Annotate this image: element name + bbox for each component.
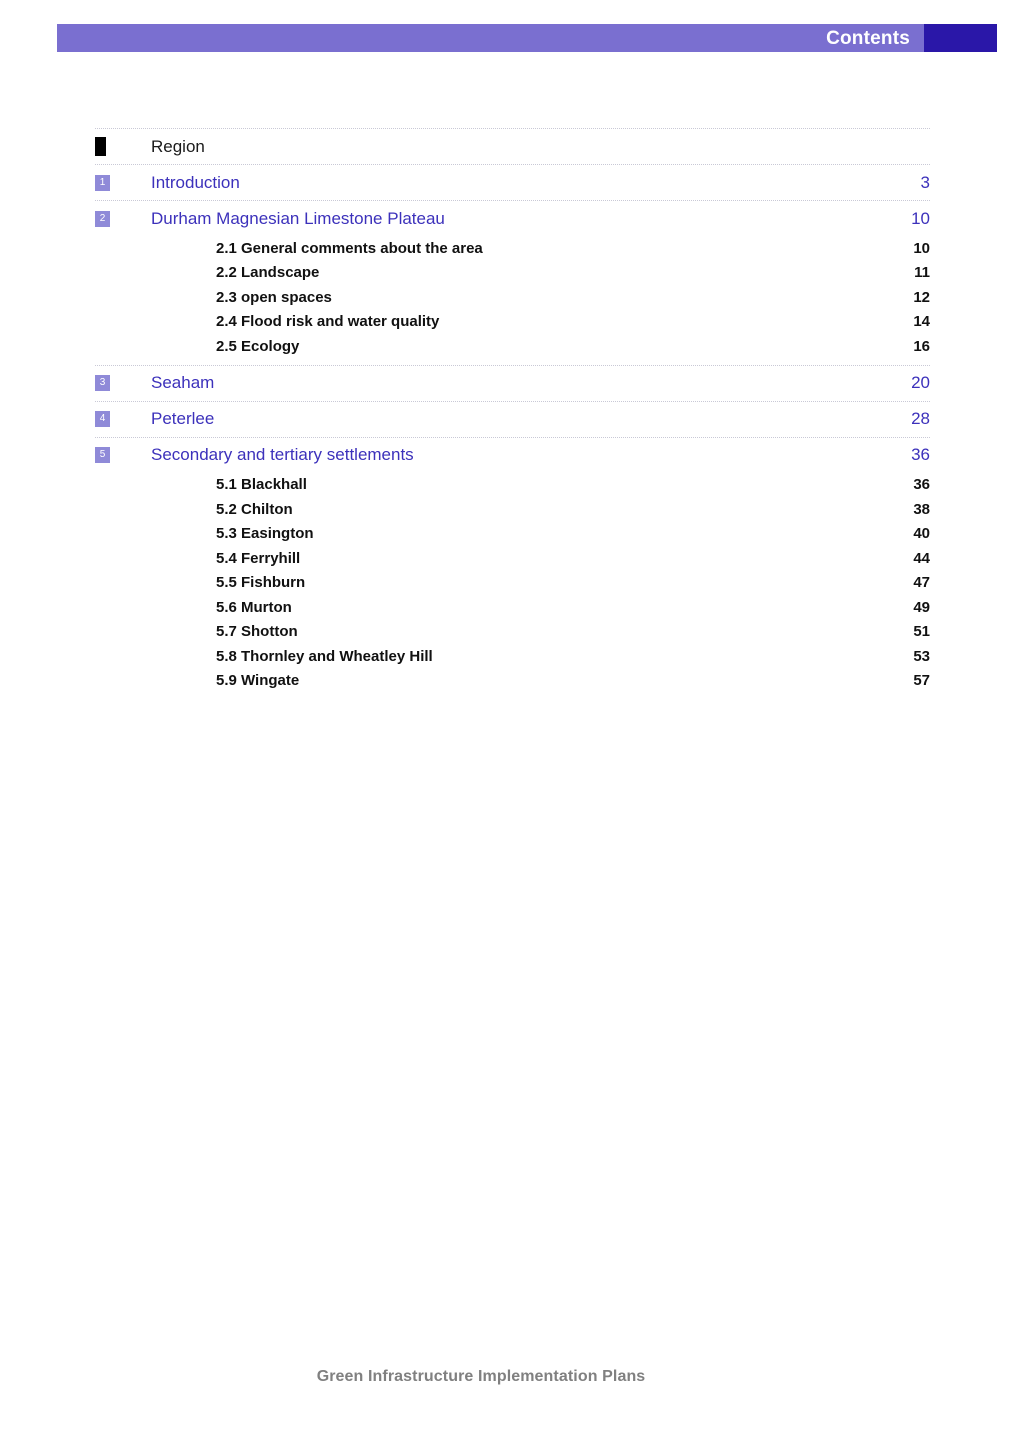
toc-subentry-5-4-ferryhill[interactable]: 5.4 Ferryhill 44 [95, 546, 930, 571]
toc-body: Region 1 Introduction 3 2 Durham Magnesian Li… [95, 129, 930, 699]
toc-entry-marker-cell: 1 [95, 174, 151, 191]
toc-subentry-page-number: 57 [913, 672, 930, 690]
toc-subentry-title[interactable]: 5.2 Chilton [216, 501, 904, 518]
toc-entry-seaham[interactable]: 3 Seaham 20 [95, 366, 930, 401]
toc-subentry-2-3-open-spaces[interactable]: 2.3 open spaces 12 [95, 285, 930, 310]
header-band-end-block [924, 24, 997, 52]
toc-entry-title[interactable]: Introduction [151, 173, 900, 193]
toc-entry-peterlee[interactable]: 4 Peterlee 28 [95, 402, 930, 437]
toc-subentry-title[interactable]: 5.5 Fishburn [216, 574, 904, 591]
toc-entry-marker-cell: 4 [95, 411, 151, 427]
numbered-marker-icon: 4 [95, 411, 110, 427]
toc-entry-introduction[interactable]: 1 Introduction 3 [95, 165, 930, 200]
page-footer: Green Infrastructure Implementation Plan… [0, 1368, 1020, 1386]
toc-subentry-5-6-murton[interactable]: 5.6 Murton 49 [95, 595, 930, 620]
page-header-band: Contents [57, 24, 997, 52]
toc-subentry-2-1-general-comments-about-the-area[interactable]: 2.1 General comments about the area 10 [95, 236, 930, 261]
toc-entry-page-number: 20 [911, 373, 930, 392]
toc-entry-title[interactable]: Seaham [151, 373, 900, 393]
toc-subentry-5-5-fishburn[interactable]: 5.5 Fishburn 47 [95, 571, 930, 596]
toc-entry-title[interactable]: Peterlee [151, 409, 900, 429]
toc-entry-page-number: 36 [911, 445, 930, 464]
toc-subentry-page-number: 44 [913, 549, 930, 567]
toc-subentry-5-7-shotton[interactable]: 5.7 Shotton 51 [95, 620, 930, 645]
toc-entry-region: Region [95, 129, 930, 164]
toc-entry-title[interactable]: Secondary and tertiary settlements [151, 445, 900, 465]
toc-subentry-title[interactable]: 5.1 Blackhall [216, 476, 904, 493]
toc-subentry-title[interactable]: 5.9 Wingate [216, 672, 904, 689]
toc-subentry-5-2-chilton[interactable]: 5.2 Chilton 38 [95, 497, 930, 522]
solid-square-bullet-icon [95, 137, 106, 156]
toc-entry-page-number: 3 [920, 172, 930, 192]
toc-subentry-2-4-flood-risk-and-water-quality[interactable]: 2.4 Flood risk and water quality 14 [95, 310, 930, 335]
toc-subentry-title[interactable]: 2.1 General comments about the area [216, 240, 904, 257]
toc-subentry-title[interactable]: 2.2 Landscape [216, 264, 904, 281]
toc-entry-durham-magnesian-limestone-plateau[interactable]: 2 Durham Magnesian Limestone Plateau 10 [95, 201, 930, 236]
toc-entry-page-number: 28 [911, 409, 930, 428]
numbered-marker-icon: 2 [95, 210, 110, 227]
page-title: Contents [826, 27, 910, 49]
toc-subentry-page-number: 53 [913, 647, 930, 665]
toc-subentry-5-9-wingate[interactable]: 5.9 Wingate 57 [95, 669, 930, 694]
toc-subentry-page-number: 49 [913, 598, 930, 616]
toc-subentry-5-1-blackhall[interactable]: 5.1 Blackhall 36 [95, 473, 930, 498]
toc-subentry-title[interactable]: 5.3 Easington [216, 525, 904, 542]
toc-subentry-page-number: 36 [913, 476, 930, 494]
numbered-marker-icon: 3 [95, 375, 110, 391]
toc-subentry-page-number: 51 [913, 623, 930, 641]
toc-subentry-page-number: 11 [914, 264, 930, 282]
toc-subentry-page-number: 12 [913, 288, 930, 306]
toc-subentry-page-number: 10 [913, 239, 930, 257]
toc-entry-marker-cell [95, 137, 151, 156]
toc-subentry-title[interactable]: 5.8 Thornley and Wheatley Hill [216, 648, 904, 665]
toc-subentry-title[interactable]: 2.5 Ecology [216, 338, 904, 355]
toc-subentry-5-3-easington[interactable]: 5.3 Easington 40 [95, 522, 930, 547]
numbered-marker-icon: 5 [95, 447, 110, 463]
footer-text: Green Infrastructure Implementation Plan… [316, 1368, 646, 1385]
toc-entry-page-number: 10 [911, 208, 930, 228]
toc-subentry-title[interactable]: 5.4 Ferryhill [216, 550, 904, 567]
header-band-main: Contents [57, 24, 924, 52]
toc-subentry-title[interactable]: 5.7 Shotton [216, 623, 904, 640]
toc-entry-marker-cell: 3 [95, 375, 151, 391]
toc-subentry-2-2-landscape[interactable]: 2.2 Landscape 11 [95, 261, 930, 286]
toc-subentry-page-number: 14 [913, 313, 930, 331]
toc-entry-title[interactable]: Durham Magnesian Limestone Plateau [151, 209, 900, 229]
table-of-contents: Region 1 Introduction 3 2 Durham Magnesian Li… [95, 128, 930, 699]
toc-entry-secondary-and-tertiary-settlements[interactable]: 5 Secondary and tertiary settlements 36 [95, 438, 930, 473]
toc-subentry-title[interactable]: 2.4 Flood risk and water quality [216, 313, 904, 330]
toc-entry-marker-cell: 2 [95, 210, 151, 227]
toc-subentry-page-number: 47 [913, 574, 930, 592]
toc-subentry-group: 5.1 Blackhall 36 5.2 Chilton 38 5.3 Easingto… [95, 473, 930, 700]
toc-entry-title: Region [151, 136, 205, 156]
toc-subentry-title[interactable]: 2.3 open spaces [216, 289, 904, 306]
toc-subentry-page-number: 16 [913, 337, 930, 355]
toc-subentry-page-number: 40 [913, 525, 930, 543]
toc-entry-marker-cell: 5 [95, 447, 151, 463]
toc-subentry-5-8-thornley-and-wheatley-hill[interactable]: 5.8 Thornley and Wheatley Hill 53 [95, 644, 930, 669]
numbered-marker-icon: 1 [95, 174, 110, 191]
toc-subentry-2-5-ecology[interactable]: 2.5 Ecology 16 [95, 334, 930, 359]
toc-subentry-title[interactable]: 5.6 Murton [216, 599, 904, 616]
toc-subentry-page-number: 38 [913, 500, 930, 518]
toc-subentry-group: 2.1 General comments about the area 10 2.2… [95, 236, 930, 365]
